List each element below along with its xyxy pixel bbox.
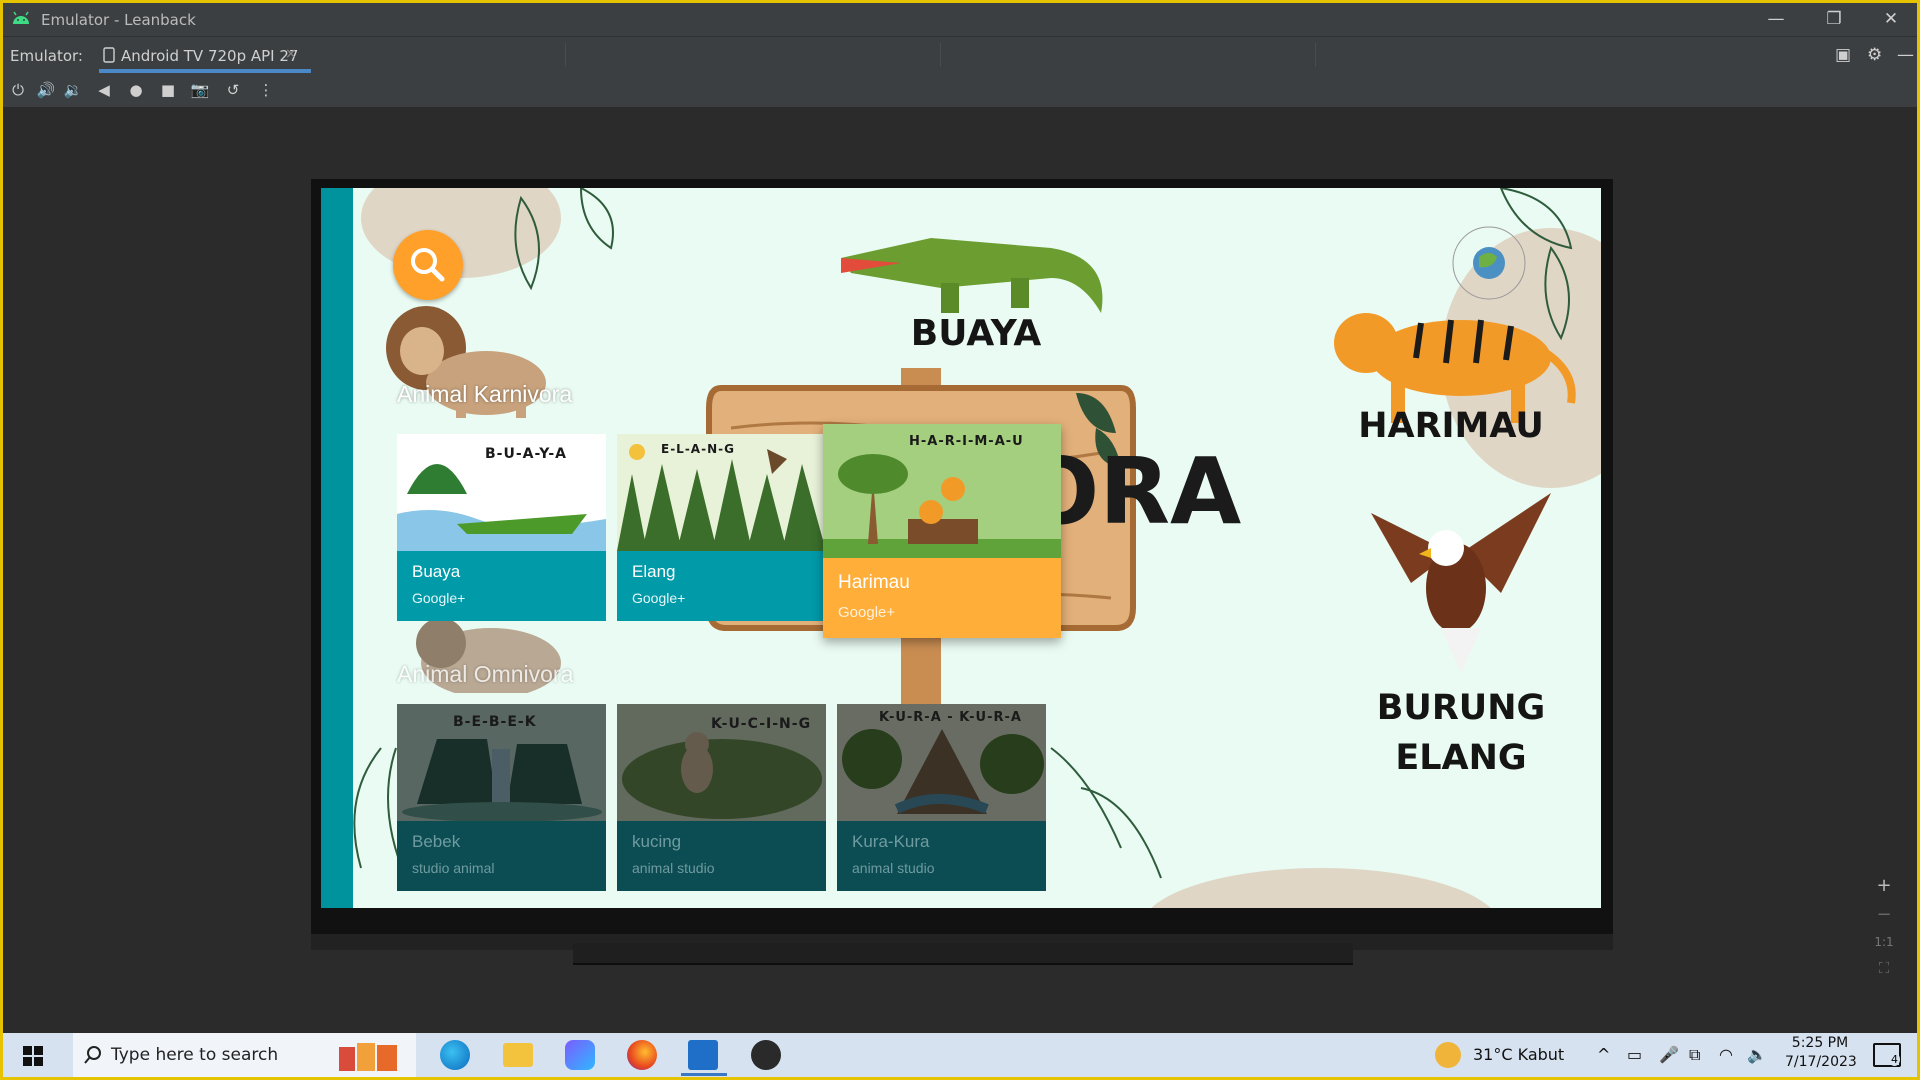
emulator-toolbar: ⏻ 🔊 🔉 ◀ ● ■ 📷 ↺ ⋮	[3, 73, 1917, 107]
row-title-karnivora: Animal Karnivora	[397, 381, 573, 407]
tab-android-tv[interactable]: Android TV 720p API 27 ×	[99, 37, 311, 73]
card-subtitle: animal studio	[852, 860, 935, 876]
gear-icon[interactable]: ⚙	[1867, 45, 1882, 65]
device-icon	[103, 47, 115, 63]
navigation-sidebar[interactable]	[321, 188, 353, 908]
search-icon	[84, 1046, 101, 1064]
tab-divider	[940, 43, 941, 67]
label-buaya: BUAYA	[910, 313, 1042, 354]
card-subtitle: Google+	[632, 590, 686, 606]
card-subtitle: animal studio	[632, 860, 715, 876]
card-title: Buaya	[412, 562, 461, 581]
label-elang: ELANG	[1395, 738, 1527, 778]
date-text: 7/17/2023	[1785, 1054, 1857, 1070]
minimize-button[interactable]: —	[1748, 3, 1804, 36]
windows-taskbar: Type here to search 31°C Kabut ^ ▭ 🎤 ⧉ ◠…	[3, 1033, 1917, 1077]
zoom-in-button[interactable]: +	[1865, 875, 1903, 896]
taskbar-search-box[interactable]: Type here to search	[73, 1033, 416, 1077]
firefox-icon[interactable]	[627, 1040, 657, 1070]
search-button[interactable]	[393, 230, 463, 300]
display-icon[interactable]: ⧉	[1689, 1045, 1700, 1065]
copilot-icon[interactable]	[565, 1040, 595, 1070]
card-title: Elang	[632, 562, 676, 581]
label-burung: BURUNG	[1376, 688, 1546, 728]
hide-icon[interactable]: —	[1897, 45, 1914, 65]
card-bebek[interactable]: B-E-B-E-K Bebek studio animal	[397, 704, 606, 891]
tab-bar: Emulator: Android TV 720p API 27 × ▣ ⚙ —	[3, 36, 1917, 73]
rotate-icon[interactable]: ↺	[223, 80, 243, 100]
tab-divider	[565, 43, 566, 67]
active-app-indicator	[681, 1073, 727, 1076]
close-button[interactable]: ✕	[1863, 3, 1917, 36]
app-frame: Emulator - Leanback — ❐ ✕ Emulator: Andr…	[0, 0, 1920, 1080]
card-image-label: K-U-C-I-N-G	[711, 716, 812, 732]
tv-screen[interactable]: ORA BUAYA HARIMAU BURUNG ELANG Animal Ka…	[321, 188, 1601, 908]
card-elang[interactable]: E-L-A-N-G Elang Google+	[617, 434, 826, 621]
eagle-illustration	[1371, 493, 1551, 673]
weather-icon[interactable]	[1435, 1042, 1461, 1068]
card-subtitle: Google+	[412, 590, 466, 606]
tab-divider	[1315, 43, 1316, 67]
search-icon	[411, 248, 445, 282]
card-kucing[interactable]: K-U-C-I-N-G kucing animal studio	[617, 704, 826, 891]
search-highlight-icon	[339, 1043, 397, 1071]
search-placeholder: Type here to search	[111, 1045, 279, 1065]
camera-icon[interactable]: 📷	[190, 80, 210, 100]
world-of-fauna-logo	[1452, 226, 1526, 300]
card-title: Kura-Kura	[852, 832, 930, 851]
window-mode-icon[interactable]: ▣	[1835, 45, 1851, 65]
weather-text[interactable]: 31°C Kabut	[1473, 1045, 1564, 1064]
card-image-label: B-E-B-E-K	[453, 714, 537, 730]
card-subtitle: Google+	[838, 604, 896, 621]
obs-icon[interactable]	[751, 1040, 781, 1070]
tab-close-icon[interactable]: ×	[285, 46, 297, 62]
zoom-out-button[interactable]: −	[1865, 904, 1903, 925]
restore-button[interactable]: ❐	[1806, 3, 1862, 36]
microphone-icon[interactable]: 🎤	[1659, 1045, 1679, 1064]
card-title: Bebek	[412, 832, 461, 851]
zoom-fit-icon[interactable]: ⛶	[1865, 959, 1903, 977]
card-title: Harimau	[838, 572, 910, 593]
card-buaya[interactable]: B-U-A-Y-A Buaya Google+	[397, 434, 606, 621]
crocodile-illustration	[841, 238, 1103, 313]
card-image-label: B-U-A-Y-A	[485, 446, 567, 462]
zoom-panel: + − 1:1 ⛶	[1865, 867, 1903, 1007]
card-harimau[interactable]: H-A-R-I-M-A-U Harimau Google+	[823, 424, 1061, 638]
volume-icon[interactable]: 🔈	[1747, 1045, 1767, 1064]
edge-icon[interactable]	[440, 1040, 470, 1070]
card-image-label: H-A-R-I-M-A-U	[909, 434, 1024, 449]
window-title: Emulator - Leanback	[41, 11, 196, 29]
title-bar: Emulator - Leanback — ❐ ✕	[3, 3, 1917, 36]
volume-down-icon[interactable]: 🔉	[63, 80, 83, 100]
row-title-omnivora: Animal Omnivora	[397, 661, 574, 687]
time-text: 5:25 PM	[1791, 1035, 1849, 1051]
zoom-one-to-one-button[interactable]: 1:1	[1865, 935, 1903, 949]
home-icon[interactable]: ●	[126, 80, 146, 100]
notification-count: 4	[1889, 1053, 1900, 1066]
wifi-icon[interactable]: ◠	[1719, 1045, 1733, 1064]
card-image-label: K-U-R-A - K-U-R-A	[879, 710, 1022, 725]
android-icon	[13, 11, 29, 24]
card-image-label: E-L-A-N-G	[661, 442, 735, 456]
battery-icon[interactable]: ▭	[1627, 1045, 1642, 1064]
label-harimau: HARIMAU	[1358, 406, 1544, 446]
back-icon[interactable]: ◀	[94, 80, 114, 100]
card-kura-kura[interactable]: K-U-R-A - K-U-R-A Kura-Kura animal studi…	[837, 704, 1046, 891]
overview-icon[interactable]: ■	[158, 80, 178, 100]
tv-stand	[573, 943, 1353, 965]
tab-label: Android TV 720p API 27	[121, 47, 299, 65]
file-explorer-icon[interactable]	[503, 1043, 533, 1067]
emulator-label: Emulator:	[10, 47, 83, 65]
card-subtitle: studio animal	[412, 860, 495, 876]
clock[interactable]: 5:25 PM 7/17/2023	[1785, 1035, 1857, 1070]
volume-up-icon[interactable]: 🔊	[36, 80, 56, 100]
power-icon[interactable]: ⏻	[8, 80, 28, 100]
windows-start-icon[interactable]	[23, 1046, 43, 1066]
notification-icon[interactable]: 4	[1873, 1043, 1901, 1067]
android-studio-icon[interactable]	[688, 1040, 718, 1070]
card-title: kucing	[632, 832, 682, 851]
more-icon[interactable]: ⋮	[256, 80, 276, 100]
chevron-up-icon[interactable]: ^	[1597, 1045, 1610, 1064]
